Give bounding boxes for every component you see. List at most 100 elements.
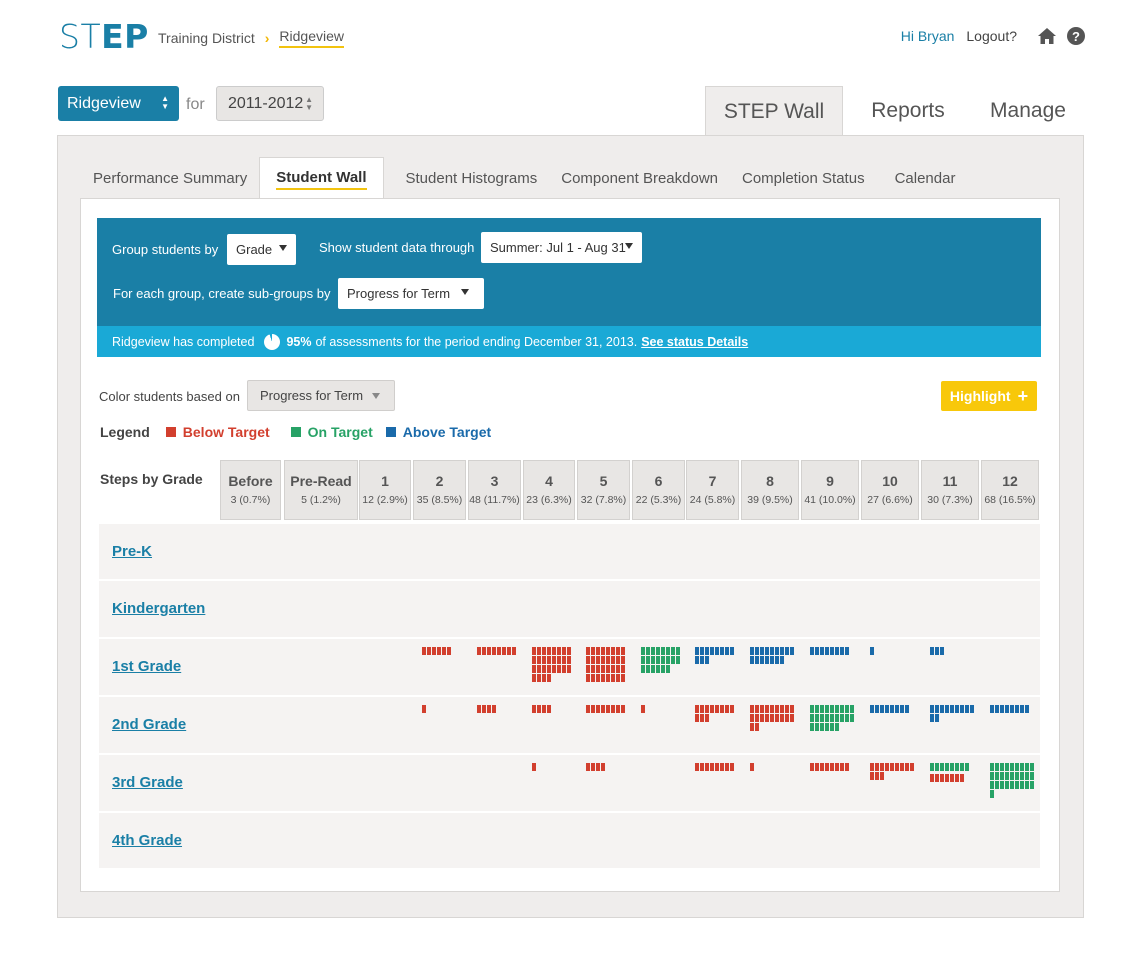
student-marker[interactable]	[810, 763, 814, 771]
student-marker[interactable]	[606, 656, 610, 664]
student-marker[interactable]	[725, 763, 729, 771]
student-cluster[interactable]	[422, 647, 465, 656]
student-marker[interactable]	[651, 647, 655, 655]
student-marker[interactable]	[810, 723, 814, 731]
student-marker[interactable]	[532, 665, 536, 673]
student-marker[interactable]	[900, 763, 904, 771]
student-marker[interactable]	[775, 705, 779, 713]
student-marker[interactable]	[960, 763, 964, 771]
student-marker[interactable]	[840, 705, 844, 713]
student-marker[interactable]	[760, 656, 764, 664]
school-select[interactable]: Ridgeview ▲ ▼	[58, 86, 179, 121]
student-marker[interactable]	[970, 705, 974, 713]
student-marker[interactable]	[616, 656, 620, 664]
student-marker[interactable]	[770, 714, 774, 722]
step-column-header[interactable]: 11 30 (7.3%)	[921, 460, 979, 520]
subgroup-select[interactable]: Progress for Term	[338, 278, 484, 309]
student-marker[interactable]	[905, 705, 909, 713]
student-cluster[interactable]	[695, 647, 738, 665]
student-marker[interactable]	[835, 723, 839, 731]
student-marker[interactable]	[730, 705, 734, 713]
student-marker[interactable]	[930, 647, 934, 655]
student-marker[interactable]	[666, 665, 670, 673]
student-marker[interactable]	[621, 647, 625, 655]
student-marker[interactable]	[815, 723, 819, 731]
student-marker[interactable]	[661, 647, 665, 655]
breadcrumb-district[interactable]: Training District	[158, 30, 255, 46]
student-marker[interactable]	[676, 656, 680, 664]
student-cluster[interactable]	[586, 763, 629, 772]
step-column-header[interactable]: Pre-Read 5 (1.2%)	[284, 460, 358, 520]
highlight-button[interactable]: Highlight +	[941, 381, 1037, 411]
student-cluster[interactable]	[810, 763, 858, 772]
student-marker[interactable]	[950, 705, 954, 713]
student-marker[interactable]	[542, 656, 546, 664]
student-marker[interactable]	[770, 705, 774, 713]
student-cluster[interactable]	[990, 763, 1038, 799]
user-greeting[interactable]: Hi Bryan	[901, 28, 955, 44]
student-marker[interactable]	[785, 647, 789, 655]
student-marker[interactable]	[780, 705, 784, 713]
student-marker[interactable]	[950, 763, 954, 771]
student-marker[interactable]	[596, 674, 600, 682]
student-marker[interactable]	[562, 656, 566, 664]
student-marker[interactable]	[1025, 763, 1029, 771]
student-marker[interactable]	[422, 647, 426, 655]
step-column-header[interactable]: 10 27 (6.6%)	[861, 460, 919, 520]
student-marker[interactable]	[700, 656, 704, 664]
student-cluster[interactable]	[532, 763, 574, 772]
student-marker[interactable]	[1030, 772, 1034, 780]
student-marker[interactable]	[621, 665, 625, 673]
student-marker[interactable]	[870, 763, 874, 771]
student-marker[interactable]	[995, 763, 999, 771]
student-marker[interactable]	[820, 705, 824, 713]
student-marker[interactable]	[567, 656, 571, 664]
student-marker[interactable]	[750, 714, 754, 722]
student-marker[interactable]	[1020, 763, 1024, 771]
student-marker[interactable]	[710, 705, 714, 713]
student-marker[interactable]	[586, 705, 590, 713]
subtab-completion-status[interactable]: Completion Status	[730, 157, 877, 200]
student-cluster[interactable]	[750, 647, 798, 665]
student-marker[interactable]	[601, 763, 605, 771]
student-marker[interactable]	[955, 705, 959, 713]
student-marker[interactable]	[591, 665, 595, 673]
student-marker[interactable]	[960, 774, 964, 782]
student-marker[interactable]	[780, 656, 784, 664]
student-marker[interactable]	[482, 705, 486, 713]
student-marker[interactable]	[591, 705, 595, 713]
student-marker[interactable]	[547, 665, 551, 673]
student-marker[interactable]	[750, 647, 754, 655]
color-by-select[interactable]: Progress for Term	[247, 380, 395, 411]
student-marker[interactable]	[715, 705, 719, 713]
student-cluster[interactable]	[930, 763, 978, 772]
student-cluster[interactable]	[477, 647, 520, 656]
grade-link[interactable]: Kindergarten	[112, 600, 205, 617]
student-marker[interactable]	[586, 763, 590, 771]
student-marker[interactable]	[671, 656, 675, 664]
student-marker[interactable]	[715, 763, 719, 771]
student-marker[interactable]	[705, 705, 709, 713]
student-marker[interactable]	[930, 774, 934, 782]
student-marker[interactable]	[990, 790, 994, 798]
student-marker[interactable]	[646, 647, 650, 655]
student-marker[interactable]	[1000, 705, 1004, 713]
student-marker[interactable]	[641, 665, 645, 673]
student-marker[interactable]	[820, 763, 824, 771]
student-marker[interactable]	[641, 656, 645, 664]
student-marker[interactable]	[775, 714, 779, 722]
step-column-header[interactable]: 9 41 (10.0%)	[801, 460, 859, 520]
student-marker[interactable]	[940, 647, 944, 655]
student-marker[interactable]	[845, 763, 849, 771]
student-marker[interactable]	[830, 714, 834, 722]
student-marker[interactable]	[815, 647, 819, 655]
student-marker[interactable]	[1015, 781, 1019, 789]
student-marker[interactable]	[750, 656, 754, 664]
student-marker[interactable]	[1030, 763, 1034, 771]
student-marker[interactable]	[700, 647, 704, 655]
student-marker[interactable]	[840, 647, 844, 655]
student-marker[interactable]	[507, 647, 511, 655]
student-marker[interactable]	[621, 674, 625, 682]
step-column-header[interactable]: 2 35 (8.5%)	[413, 460, 466, 520]
student-marker[interactable]	[835, 763, 839, 771]
